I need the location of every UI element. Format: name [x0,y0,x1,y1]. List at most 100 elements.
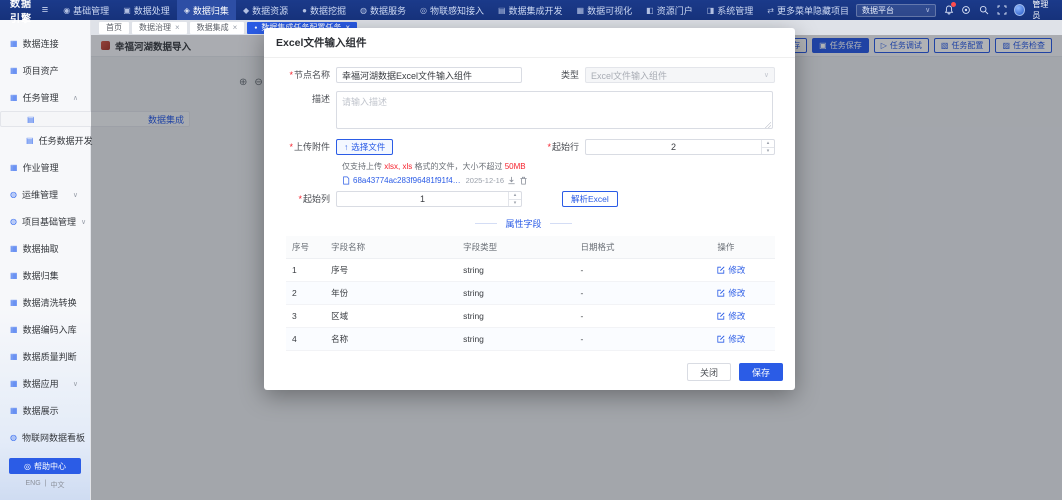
edit-row-button[interactable]: 修改 [717,264,769,276]
nav-item-data-mining[interactable]: ● 数据挖掘 [295,0,353,20]
nav-item-data-service[interactable]: ◍ 数据服务 [353,0,413,20]
step-up-icon[interactable]: ▴ [762,140,774,148]
sidebar-item-data-quality[interactable]: ▦ 数据质量判断 [0,343,90,370]
top-navbar: 数据引擎 ≡ ◉ 基础管理 ▣ 数据处理 ◈ 数据归集 ◆ 数据资源 ● 数据挖掘 ◍ 数据… [0,0,1062,25]
edit-icon [717,289,725,297]
sidebar-bottom: ◎ 帮助中心 ENG | 中文 [0,458,90,500]
edit-icon [717,335,725,343]
module-icon: ◈ [183,5,190,15]
description-wrapper [336,91,773,131]
tab-data-integration[interactable]: 数据集成 × [189,21,245,34]
theme-icon[interactable] [961,4,972,16]
module-icon: ◧ [646,5,654,15]
save-button[interactable]: 保存 [738,363,783,381]
close-button[interactable]: 关闭 [686,363,731,381]
step-up-icon[interactable]: ▴ [509,192,521,200]
choose-file-button[interactable]: ↑ 选择文件 [336,139,394,155]
start-col-label: *起始列 [298,194,330,204]
nav-item-more-menu[interactable]: ⇄ 更多菜单隐藏项目 [760,0,856,20]
menu-icon: ▦ [10,66,18,75]
nav-item-integration-dev[interactable]: ▤ 数据集成开发 [491,0,570,20]
workspace-select[interactable]: 数据平台 ∨ [856,3,937,17]
required-mark: * [547,142,551,152]
lang-zh[interactable]: 中文 [51,480,65,490]
sidebar-item-data-extraction[interactable]: ▦ 数据抽取 [0,235,90,262]
sidebar-item-data-encoding[interactable]: ▦ 数据编码入库 [0,316,90,343]
sidebar-item-iot-dashboard[interactable]: ◍ 物联网数据看板 [0,424,90,451]
upload-hint: 仅支持上传 xlsx, xls 格式的文件，大小不超过 50MB [342,162,526,171]
module-icon: ⇄ [767,5,774,15]
close-icon[interactable]: × [233,23,238,32]
col-header-format: 日期格式 [574,236,712,259]
nav-item-iot-access[interactable]: ◎ 物联感知接入 [413,0,491,20]
table-row: 3 区域 string - 修改 [286,304,775,328]
tab-home[interactable]: 首页 [99,21,129,34]
avatar[interactable] [1014,4,1026,16]
download-icon[interactable] [507,176,516,185]
table-row: 2 年份 string - 修改 [286,281,775,305]
notification-bell-icon[interactable] [943,2,957,16]
start-row-input[interactable] [586,140,761,154]
search-icon[interactable] [979,4,990,16]
lang-eng[interactable]: ENG [26,480,41,490]
table-row: 4 名称 string - 修改 [286,327,775,351]
nav-item-data-processing[interactable]: ▣ 数据处理 [116,0,177,20]
nav-item-resource-portal[interactable]: ◧ 资源门户 [639,0,700,20]
col-header-no: 序号 [286,236,326,259]
nav-item-visualization[interactable]: ▦ 数据可视化 [570,0,640,20]
close-icon[interactable]: × [175,23,180,32]
app-frame: 数据引擎 ≡ ◉ 基础管理 ▣ 数据处理 ◈ 数据归集 ◆ 数据资源 ● 数据挖掘 ◍ 数据… [0,0,1062,500]
hint-formats: xlsx, xls [384,162,413,171]
navbar-right: 数据平台 ∨ 管理员 [856,0,1062,21]
col-header-name: 字段名称 [325,236,458,259]
nav-item-base-mgmt[interactable]: ◉ 基础管理 [56,0,116,20]
fullscreen-icon[interactable] [997,4,1008,16]
nav-item-system-mgmt[interactable]: ◨ 系统管理 [700,0,761,20]
sidebar-item-data-display[interactable]: ▦ 数据展示 [0,397,90,424]
start-row-label: *起始行 [547,142,579,152]
sidebar-item-task-mgmt[interactable]: ▦ 任务管理 ∧ [0,84,90,111]
description-label: 描述 [311,94,330,104]
sidebar-item-project-base-mgmt[interactable]: ◍ 项目基础管理 ∨ [0,208,90,235]
sidebar-item-data-application[interactable]: ▦ 数据应用 ∨ [0,370,90,397]
sidebar-item-data-cleaning[interactable]: ▦ 数据清洗转换 [0,289,90,316]
nav-item-data-collection[interactable]: ◈ 数据归集 [176,0,236,20]
help-center-button[interactable]: ◎ 帮助中心 [9,458,81,474]
menu-icon: ▦ [10,93,18,102]
sidebar-item-job-mgmt[interactable]: ▦ 作业管理 [0,154,90,181]
parse-excel-button[interactable]: 解析Excel [562,191,618,207]
trash-icon[interactable] [519,176,528,185]
sidebar-item-project-assets[interactable]: ▦ 项目资产 [0,57,90,84]
description-textarea[interactable] [336,91,773,129]
tab-data-governance[interactable]: 数据治理 × [132,21,187,34]
sidebar-item-ops-mgmt[interactable]: ◍ 运维管理 ∨ [0,181,90,208]
step-down-icon[interactable]: ▾ [762,148,774,155]
edit-row-button[interactable]: 修改 [717,287,769,299]
edit-row-button[interactable]: 修改 [717,333,769,345]
form-row-description: 描述 [272,91,775,131]
hamburger-icon[interactable]: ≡ [34,4,56,16]
start-row-stepper: ▴ ▾ [585,139,775,155]
upload-icon: ↑ [344,142,349,152]
sidebar-item-task-data-dev[interactable]: ▤ 任务数据开发 [0,127,93,154]
node-name-input[interactable] [336,67,522,83]
menu-icon: ▦ [10,352,18,361]
edit-row-button[interactable]: 修改 [717,310,769,322]
start-col-input[interactable] [337,192,508,206]
language-switch: ENG | 中文 [0,480,90,490]
fields-table: 序号 字段名称 字段类型 日期格式 操作 1 序号 string - 修改 2 … [286,236,775,351]
step-down-icon[interactable]: ▾ [509,200,521,207]
module-icon: ◉ [63,5,71,15]
menu-icon: ▦ [10,39,18,48]
type-select[interactable]: Excel文件输入组件 ∨ [585,67,775,83]
sidebar-item-data-connection[interactable]: ▦ 数据连接 [0,30,90,57]
hint-size: 50MB [504,162,526,171]
upload-label: *上传附件 [289,142,330,152]
lang-separator: | [44,480,47,487]
sidebar-item-data-collection[interactable]: ▦ 数据归集 [0,262,90,289]
menu-icon: ▦ [10,379,18,388]
file-link[interactable]: 68a43774ac283f96481f91f4.xls [353,176,461,185]
nav-item-data-resource[interactable]: ◆ 数据资源 [236,0,295,20]
start-row-group: *起始行 ▴ ▾ [535,139,775,155]
file-date: 2025-12-16 [465,176,504,185]
